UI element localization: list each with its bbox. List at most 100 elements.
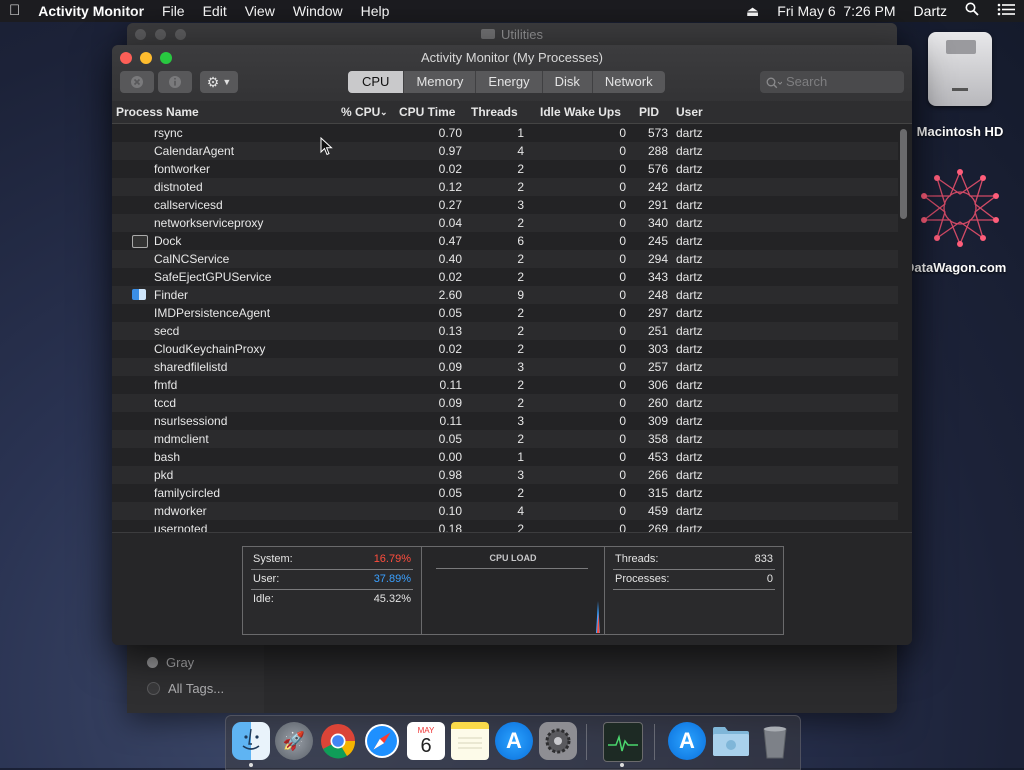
dock-system-preferences-icon[interactable] [539,722,577,760]
menu-help[interactable]: Help [352,0,399,22]
dock-chrome-icon[interactable] [319,722,357,760]
table-row[interactable]: familycircled 0.05 2 0 315 dartz [112,484,898,502]
cell-user: dartz [676,360,703,374]
scrollbar[interactable] [900,129,907,219]
cpu-load-graph: CPU LOAD [421,547,605,634]
table-header: Process Name % CPU ⌄ CPU Time Threads Id… [112,101,912,124]
finder-title: Utilities [501,26,543,42]
menu-edit[interactable]: Edit [194,0,236,22]
tab-memory[interactable]: Memory [404,71,477,93]
tab-disk[interactable]: Disk [543,71,593,93]
menu-view[interactable]: View [236,0,284,22]
cell-idle-wake-ups: 0 [619,396,626,410]
table-row[interactable]: secd 0.13 2 0 251 dartz [112,322,898,340]
table-row[interactable]: CalendarAgent 0.97 4 0 288 dartz [112,142,898,160]
dock-finder-icon[interactable] [232,722,270,760]
zoom-button[interactable] [160,52,172,64]
table-row[interactable]: distnoted 0.12 2 0 242 dartz [112,178,898,196]
finder-minimize-button[interactable] [155,29,166,40]
cell-pid: 291 [647,198,668,212]
column-user[interactable]: User [676,105,703,119]
table-row[interactable]: fontworker 0.02 2 0 576 dartz [112,160,898,178]
table-row[interactable]: Finder 2.60 9 0 248 dartz [112,286,898,304]
table-row[interactable]: CloudKeychainProxy 0.02 2 0 303 dartz [112,340,898,358]
cell-pid: 242 [647,180,668,194]
dock-launchpad-icon[interactable]: 🚀 [275,722,313,760]
app-menu[interactable]: Activity Monitor [29,0,153,22]
cell-pid: 303 [647,342,668,356]
table-row[interactable]: pkd 0.98 3 0 266 dartz [112,466,898,484]
close-button[interactable] [120,52,132,64]
dock-calendar-icon[interactable]: MAY 6 [407,722,445,760]
table-row[interactable]: usernoted 0.18 2 0 269 dartz [112,520,898,532]
process-table[interactable]: rsync 0.70 1 0 573 dartz CalendarAgent 0.97 4 0 28… [112,124,898,532]
dock-safari-icon[interactable] [363,722,401,760]
column-cpu-time[interactable]: CPU Time [399,105,455,119]
dock-activity-monitor-icon[interactable] [603,722,643,762]
eject-icon[interactable]: ⏏ [737,0,768,22]
table-row[interactable]: rsync 0.70 1 0 573 dartz [112,124,898,142]
inspect-process-button[interactable] [158,71,192,93]
clock[interactable]: Fri May 6 7:26 PM [768,0,904,22]
search-field[interactable]: Search [760,71,904,93]
tab-network[interactable]: Network [593,71,665,93]
column-cpu-percent[interactable]: % CPU [341,105,380,119]
finder-zoom-button[interactable] [175,29,186,40]
sidebar-tag-gray[interactable]: Gray [147,655,194,670]
dock-documents-folder-icon[interactable] [712,722,750,760]
table-row[interactable]: Dock 0.47 6 0 245 dartz [112,232,898,250]
action-menu-button[interactable]: ⚙ ▼ [200,71,238,93]
table-row[interactable]: SafeEjectGPUService 0.02 2 0 343 dartz [112,268,898,286]
desktop-icon-datawagon[interactable]: DataWagon.com [905,168,1024,275]
cell-process-name: usernoted [154,522,208,532]
table-row[interactable]: IMDPersistenceAgent 0.05 2 0 297 dartz [112,304,898,322]
stop-process-button[interactable] [120,71,154,93]
cell-process-name: mdmclient [154,432,209,446]
cell-cpu-time: 0.09 [438,360,462,374]
table-row[interactable]: networkserviceproxy 0.04 2 0 340 dartz [112,214,898,232]
desktop-icon-macintosh-hd[interactable]: Macintosh HD [905,32,1015,139]
menu-window[interactable]: Window [284,0,352,22]
table-row[interactable]: mdworker 0.10 4 0 459 dartz [112,502,898,520]
notification-center-icon[interactable] [988,0,1024,22]
table-row[interactable]: tccd 0.09 2 0 260 dartz [112,394,898,412]
cell-threads: 3 [517,414,524,428]
tab-cpu[interactable]: CPU [348,71,405,93]
cell-pid: 266 [647,468,668,482]
column-process-name[interactable]: Process Name [116,105,199,119]
cell-pid: 251 [647,324,668,338]
dock-applications-folder-icon[interactable]: A [668,722,706,760]
cell-user: dartz [676,216,703,230]
table-row[interactable]: nsurlsessiond 0.11 3 0 309 dartz [112,412,898,430]
column-pid[interactable]: PID [639,105,659,119]
minimize-button[interactable] [140,52,152,64]
sidebar-all-tags[interactable]: All Tags... [147,681,224,696]
dock-trash-icon[interactable] [756,722,794,760]
cpu-load-spike [596,601,600,633]
tab-energy[interactable]: Energy [476,71,543,93]
cell-cpu-time: 0.05 [438,432,462,446]
sort-chevron-icon[interactable]: ⌄ [380,107,388,118]
table-row[interactable]: CalNCService 0.40 2 0 294 dartz [112,250,898,268]
table-row[interactable]: fmfd 0.11 2 0 306 dartz [112,376,898,394]
cell-pid: 315 [647,486,668,500]
table-row[interactable]: bash 0.00 1 0 453 dartz [112,448,898,466]
user-menu[interactable]: Dartz [905,0,956,22]
idle-label: Idle: [253,593,274,605]
cell-threads: 6 [517,234,524,248]
search-placeholder: Search [786,74,828,89]
apple-icon[interactable]:  [0,0,29,22]
menu-file[interactable]: File [153,0,194,22]
column-threads[interactable]: Threads [471,105,518,119]
dock-app-store-icon[interactable]: A [495,722,533,760]
column-idle-wake-ups[interactable]: Idle Wake Ups [540,105,621,119]
table-row[interactable]: callservicesd 0.27 3 0 291 dartz [112,196,898,214]
table-row[interactable]: mdmclient 0.05 2 0 358 dartz [112,430,898,448]
table-row[interactable]: sharedfilelistd 0.09 3 0 257 dartz [112,358,898,376]
activity-monitor-window: Activity Monitor (My Processes) ⚙ ▼ CPU … [112,45,912,645]
dock-icon [132,235,148,248]
finder-close-button[interactable] [135,29,146,40]
dock-notes-icon[interactable] [451,722,489,760]
cell-user: dartz [676,414,703,428]
spotlight-icon[interactable] [956,0,988,22]
